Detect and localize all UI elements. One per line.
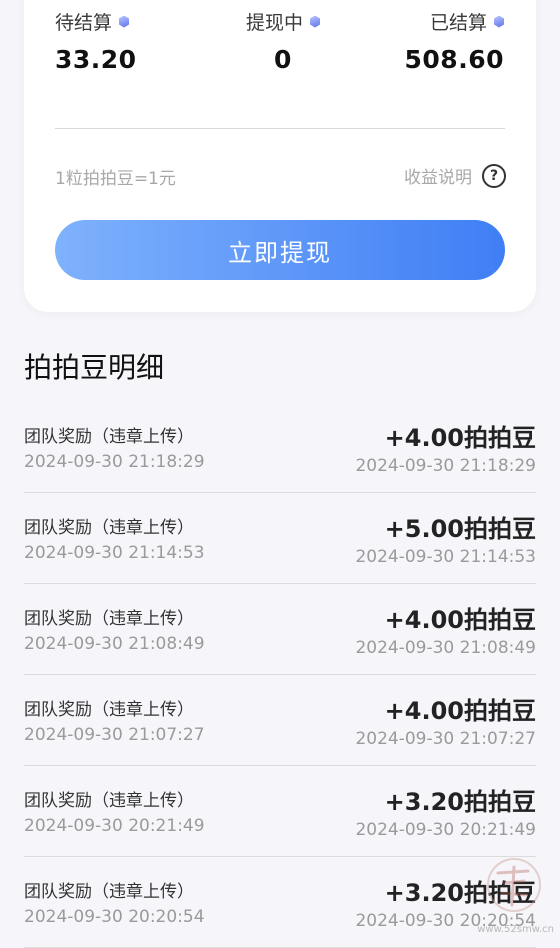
record-date-secondary: 2024-09-30 21:07:27 xyxy=(355,729,536,749)
record-date: 2024-09-30 21:08:49 xyxy=(24,634,205,654)
record-date-secondary: 2024-09-30 21:18:29 xyxy=(355,456,536,476)
record-date: 2024-09-30 20:21:49 xyxy=(24,816,205,836)
stat-label: 提现中 xyxy=(245,12,303,34)
stat-settled: 已结算 508.60 xyxy=(405,8,504,74)
earnings-explanation-link[interactable]: 收益说明 ? xyxy=(404,163,506,188)
watermark-seal-icon xyxy=(487,858,541,912)
explain-label: 收益说明 xyxy=(404,168,472,188)
divider xyxy=(55,128,505,129)
gem-icon xyxy=(310,15,320,28)
record-amount: +4.00拍拍豆 xyxy=(384,697,536,725)
stat-value: 508.60 xyxy=(404,45,504,74)
record-amount: +3.20拍拍豆 xyxy=(384,788,536,816)
gem-icon xyxy=(494,15,504,28)
record-amount: +4.00拍拍豆 xyxy=(384,606,536,634)
stat-label: 待结算 xyxy=(55,12,113,34)
stat-withdrawing: 提现中 0 xyxy=(235,8,331,74)
list-item[interactable]: 团队奖励（违章上传） 2024-09-30 21:18:29 +4.00拍拍豆 … xyxy=(24,402,536,493)
section-title: 拍拍豆明细 xyxy=(24,351,165,384)
stat-label: 已结算 xyxy=(429,12,487,34)
list-item[interactable]: 团队奖励（违章上传） 2024-09-30 21:08:49 +4.00拍拍豆 … xyxy=(24,584,536,675)
list-item[interactable]: 团队奖励（违章上传） 2024-09-30 21:07:27 +4.00拍拍豆 … xyxy=(24,675,536,766)
balance-card: 待结算 33.20 提现中 0 已结算 508.60 1粒拍拍豆=1元 收益说明… xyxy=(24,0,536,312)
record-date: 2024-09-30 21:07:27 xyxy=(24,725,205,745)
record-date: 2024-09-30 21:14:53 xyxy=(24,543,205,563)
record-amount: +5.00拍拍豆 xyxy=(384,515,536,543)
record-date-secondary: 2024-09-30 21:14:53 xyxy=(355,547,536,567)
exchange-rate-text: 1粒拍拍豆=1元 xyxy=(55,169,176,189)
record-title: 团队奖励（违章上传） xyxy=(24,518,194,538)
question-circle-icon: ? xyxy=(482,163,506,188)
record-date-secondary: 2024-09-30 20:21:49 xyxy=(355,820,536,840)
record-date-secondary: 2024-09-30 21:08:49 xyxy=(355,638,536,658)
record-list: 团队奖励（违章上传） 2024-09-30 21:18:29 +4.00拍拍豆 … xyxy=(24,402,536,948)
record-title: 团队奖励（违章上传） xyxy=(24,700,194,720)
list-item[interactable]: 团队奖励（违章上传） 2024-09-30 21:14:53 +5.00拍拍豆 … xyxy=(24,493,536,584)
stat-value: 0 xyxy=(274,45,292,74)
record-title: 团队奖励（违章上传） xyxy=(24,427,194,447)
withdraw-button[interactable]: 立即提现 xyxy=(55,220,505,280)
watermark: www.52smw.cn xyxy=(477,855,554,935)
stat-pending: 待结算 33.20 xyxy=(55,8,137,74)
record-amount: +4.00拍拍豆 xyxy=(384,424,536,452)
gem-icon xyxy=(119,15,130,28)
record-date: 2024-09-30 20:20:54 xyxy=(24,907,205,927)
list-item[interactable]: 团队奖励（违章上传） 2024-09-30 20:20:54 +3.20拍拍豆 … xyxy=(24,857,536,948)
record-title: 团队奖励（违章上传） xyxy=(24,882,194,902)
stat-value: 33.20 xyxy=(55,45,137,74)
record-title: 团队奖励（违章上传） xyxy=(24,609,194,629)
watermark-text: www.52smw.cn xyxy=(477,924,554,935)
record-title: 团队奖励（违章上传） xyxy=(24,791,194,811)
list-item[interactable]: 团队奖励（违章上传） 2024-09-30 20:21:49 +3.20拍拍豆 … xyxy=(24,766,536,857)
record-date: 2024-09-30 21:18:29 xyxy=(24,452,205,472)
